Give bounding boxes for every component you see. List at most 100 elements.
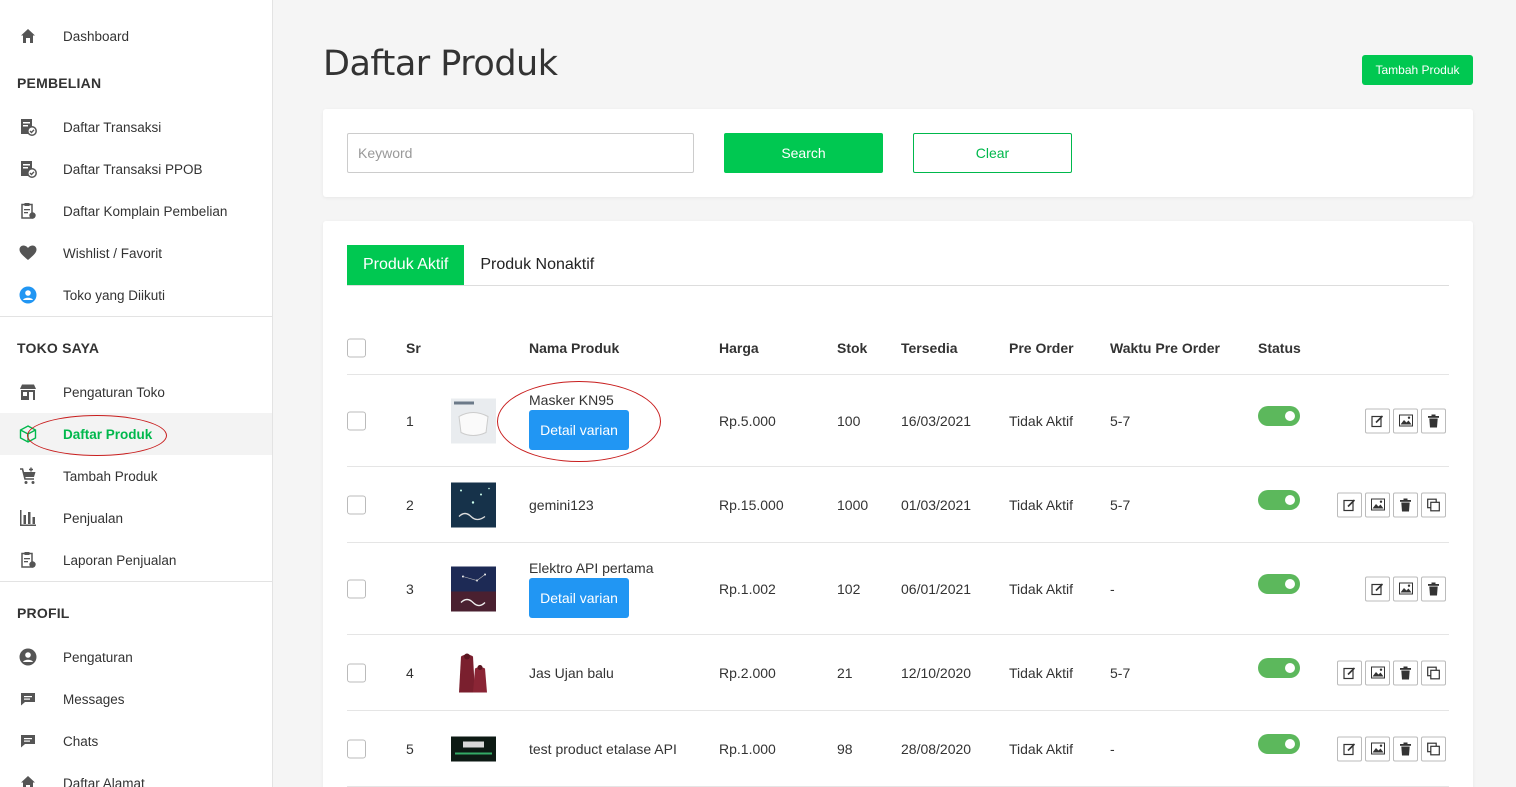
cell-tersedia: 12/10/2020 — [901, 664, 972, 681]
product-thumbnail[interactable] — [451, 482, 496, 527]
sidebar-item-label: Chats — [63, 733, 99, 749]
product-table-card: Produk Aktif Produk Nonaktif Sr Nama Pro… — [323, 221, 1473, 787]
trash-icon[interactable] — [1421, 576, 1446, 601]
image-icon[interactable] — [1365, 736, 1390, 761]
section-profil: PROFIL — [17, 605, 70, 621]
tab-produk-nonaktif[interactable]: Produk Nonaktif — [464, 245, 610, 285]
cell-harga: Rp.15.000 — [719, 496, 784, 513]
sidebar-item-label: Daftar Produk — [63, 426, 153, 442]
sidebar-item-messages[interactable]: Messages — [0, 678, 272, 720]
row-checkbox[interactable] — [347, 579, 366, 598]
image-icon[interactable] — [1365, 660, 1390, 685]
main-content: Daftar Produk Tambah Produk Search Clear… — [273, 0, 1516, 787]
image-icon[interactable] — [1393, 576, 1418, 601]
edit-icon[interactable] — [1365, 408, 1390, 433]
message-icon — [19, 690, 37, 708]
cell-sr: 1 — [406, 412, 414, 429]
cell-stok: 100 — [837, 412, 861, 429]
clear-button[interactable]: Clear — [913, 133, 1072, 173]
product-table: Sr Nama Produk Harga Stok Tersedia Pre O… — [347, 321, 1449, 787]
sidebar-item-daftar-komplain[interactable]: Daftar Komplain Pembelian — [0, 190, 272, 232]
status-toggle[interactable] — [1258, 733, 1300, 754]
sidebar-item-label: Pengaturan Toko — [63, 384, 165, 400]
keyword-input[interactable] — [347, 133, 694, 173]
product-tabs: Produk Aktif Produk Nonaktif — [347, 245, 1449, 286]
sidebar-item-label: Dashboard — [63, 28, 130, 44]
add-product-button[interactable]: Tambah Produk — [1362, 55, 1473, 85]
row-checkbox[interactable] — [347, 411, 366, 430]
header-waktu-pre-order: Waktu Pre Order — [1110, 339, 1220, 356]
chat-icon — [19, 732, 37, 750]
sidebar-item-chats[interactable]: Chats — [0, 720, 272, 762]
receipt-check-icon — [19, 160, 37, 178]
cell-waktu-pre-order: 5-7 — [1110, 412, 1131, 429]
user-circle-icon — [19, 286, 37, 304]
product-thumbnail[interactable] — [451, 736, 496, 761]
bar-chart-icon — [19, 509, 37, 527]
trash-icon[interactable] — [1393, 660, 1418, 685]
edit-icon[interactable] — [1337, 736, 1362, 761]
edit-icon[interactable] — [1365, 576, 1390, 601]
product-thumbnail[interactable] — [451, 650, 496, 695]
sidebar-item-pengaturan-toko[interactable]: Pengaturan Toko — [0, 371, 272, 413]
home-icon — [19, 27, 37, 45]
sidebar-item-wishlist[interactable]: Wishlist / Favorit — [0, 232, 272, 274]
sidebar-item-daftar-produk[interactable]: Daftar Produk — [0, 413, 272, 455]
row-checkbox[interactable] — [347, 739, 366, 758]
sidebar-item-dashboard[interactable]: Dashboard — [0, 15, 272, 57]
image-icon[interactable] — [1365, 492, 1390, 517]
detail-varian-button[interactable]: Detail varian — [529, 409, 629, 450]
edit-icon[interactable] — [1337, 660, 1362, 685]
product-thumbnail[interactable] — [451, 566, 496, 611]
status-toggle[interactable] — [1258, 657, 1300, 678]
sidebar-item-label: Laporan Penjualan — [63, 552, 177, 568]
cell-product-name: Masker KN95 — [529, 391, 614, 408]
sidebar-item-toko-diikuti[interactable]: Toko yang Diikuti — [0, 274, 272, 316]
cell-product-name: Jas Ujan balu — [529, 664, 614, 681]
select-all-checkbox[interactable] — [347, 338, 366, 357]
status-toggle[interactable] — [1258, 489, 1300, 510]
trash-icon[interactable] — [1393, 492, 1418, 517]
section-toko-saya: TOKO SAYA — [17, 340, 100, 356]
sidebar-item-pengaturan[interactable]: Pengaturan — [0, 636, 272, 678]
cell-harga: Rp.1.000 — [719, 740, 776, 757]
sidebar-item-label: Daftar Transaksi — [63, 119, 162, 135]
sidebar-item-daftar-alamat[interactable]: Daftar Alamat — [0, 762, 272, 787]
cell-product-name: Elektro API pertama — [529, 559, 654, 576]
trash-icon[interactable] — [1393, 736, 1418, 761]
trash-icon[interactable] — [1421, 408, 1446, 433]
copy-icon[interactable] — [1421, 660, 1446, 685]
copy-icon[interactable] — [1421, 736, 1446, 761]
detail-varian-button[interactable]: Detail varian — [529, 577, 629, 618]
table-row: 2 gemini123 Rp.15.000 1000 01/03/2021 Ti… — [347, 467, 1449, 543]
sidebar-item-daftar-transaksi[interactable]: Daftar Transaksi — [0, 106, 272, 148]
edit-icon[interactable] — [1337, 492, 1362, 517]
cell-tersedia: 16/03/2021 — [901, 412, 972, 429]
header-tersedia: Tersedia — [901, 339, 958, 356]
cell-pre-order: Tidak Aktif — [1009, 664, 1074, 681]
product-thumbnail[interactable] — [451, 398, 496, 443]
search-button[interactable]: Search — [724, 133, 883, 173]
sidebar-divider — [0, 316, 272, 317]
page-title: Daftar Produk — [323, 44, 558, 84]
section-pembelian: PEMBELIAN — [17, 75, 102, 91]
sidebar-item-label: Toko yang Diikuti — [63, 287, 166, 303]
tab-produk-aktif[interactable]: Produk Aktif — [347, 245, 465, 285]
cell-tersedia: 06/01/2021 — [901, 580, 972, 597]
status-toggle[interactable] — [1258, 405, 1300, 426]
header-pre-order: Pre Order — [1009, 339, 1074, 356]
status-toggle[interactable] — [1258, 573, 1300, 594]
sidebar-item-tambah-produk[interactable]: Tambah Produk — [0, 455, 272, 497]
sidebar-item-laporan-penjualan[interactable]: Laporan Penjualan — [0, 539, 272, 581]
row-checkbox[interactable] — [347, 495, 366, 514]
sidebar-item-penjualan[interactable]: Penjualan — [0, 497, 272, 539]
search-card: Search Clear — [323, 109, 1473, 197]
sidebar-item-daftar-transaksi-ppob[interactable]: Daftar Transaksi PPOB — [0, 148, 272, 190]
cell-product-name: gemini123 — [529, 496, 594, 513]
image-icon[interactable] — [1393, 408, 1418, 433]
header-harga: Harga — [719, 339, 759, 356]
copy-icon[interactable] — [1421, 492, 1446, 517]
cell-stok: 102 — [837, 580, 861, 597]
header-status: Status — [1258, 339, 1301, 356]
row-checkbox[interactable] — [347, 663, 366, 682]
